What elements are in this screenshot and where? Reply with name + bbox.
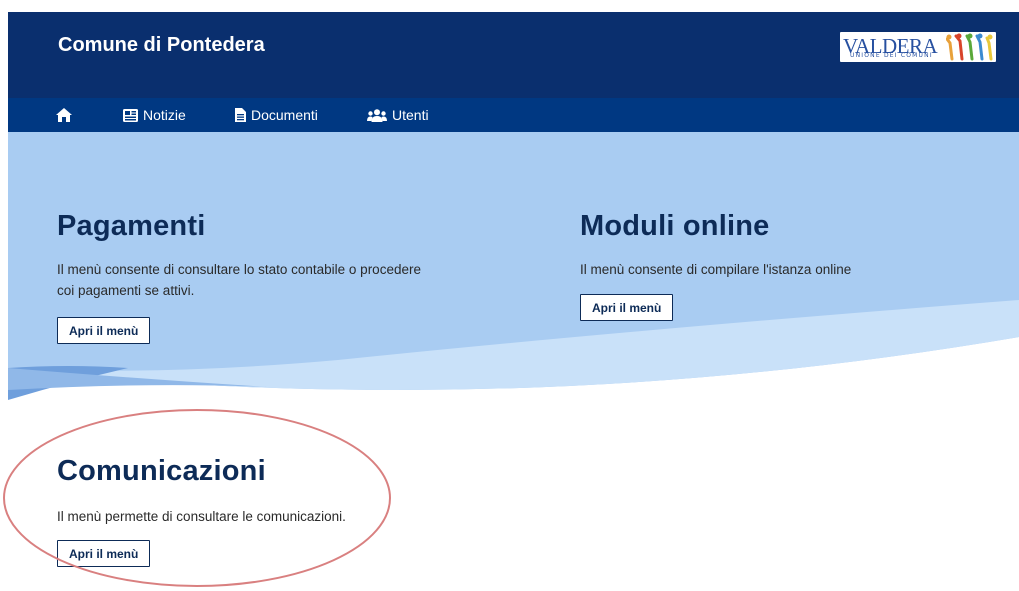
moduli-online-description-line: Il menù consente di compilare l'istanza … — [580, 262, 852, 277]
pagamenti-description-line: Il menù consente di consultare lo stato … — [57, 262, 421, 277]
pagamenti-description: Il menù consente di consultare lo stato … — [57, 259, 421, 301]
comunicazioni-description-line: Il menù permette di consultare le comuni… — [57, 509, 346, 524]
nav-utenti[interactable]: Utenti — [367, 98, 429, 132]
main-navbar: Notizie Documenti Utenti — [8, 98, 1019, 132]
nav-notizie-label: Notizie — [143, 107, 186, 123]
nav-home[interactable] — [56, 98, 72, 132]
pagamenti-description-line: coi pagamenti se attivi. — [57, 283, 195, 298]
moduli-online-open-menu-button[interactable]: Apri il menù — [580, 294, 674, 321]
nav-utenti-label: Utenti — [392, 107, 429, 123]
people-logo-icon — [946, 33, 993, 61]
pagamenti-open-menu-button[interactable]: Apri il menù — [57, 317, 151, 344]
moduli-online-description: Il menù consente di compilare l'istanza … — [580, 259, 851, 280]
site-title[interactable]: Comune di Pontedera — [58, 34, 265, 57]
home-icon — [56, 108, 72, 122]
newspaper-icon — [123, 108, 138, 122]
users-icon — [367, 108, 387, 122]
valdera-logo[interactable]: VALDERA UNIONE DEI COMUNI — [840, 32, 996, 62]
comunicazioni-title: Comunicazioni — [57, 455, 266, 487]
logo-subtitle: UNIONE DEI COMUNI — [850, 52, 933, 59]
comunicazioni-open-menu-button[interactable]: Apri il menù — [57, 540, 151, 567]
moduli-online-title: Moduli online — [580, 210, 770, 242]
pagamenti-title: Pagamenti — [57, 210, 206, 242]
site-header: Comune di Pontedera VALDERA UNIONE DEI C… — [8, 12, 1019, 98]
nav-documenti[interactable]: Documenti — [235, 98, 318, 132]
file-icon — [235, 108, 246, 122]
nav-notizie[interactable]: Notizie — [123, 98, 186, 132]
nav-documenti-label: Documenti — [251, 107, 318, 123]
comunicazioni-description: Il menù permette di consultare le comuni… — [57, 506, 346, 527]
